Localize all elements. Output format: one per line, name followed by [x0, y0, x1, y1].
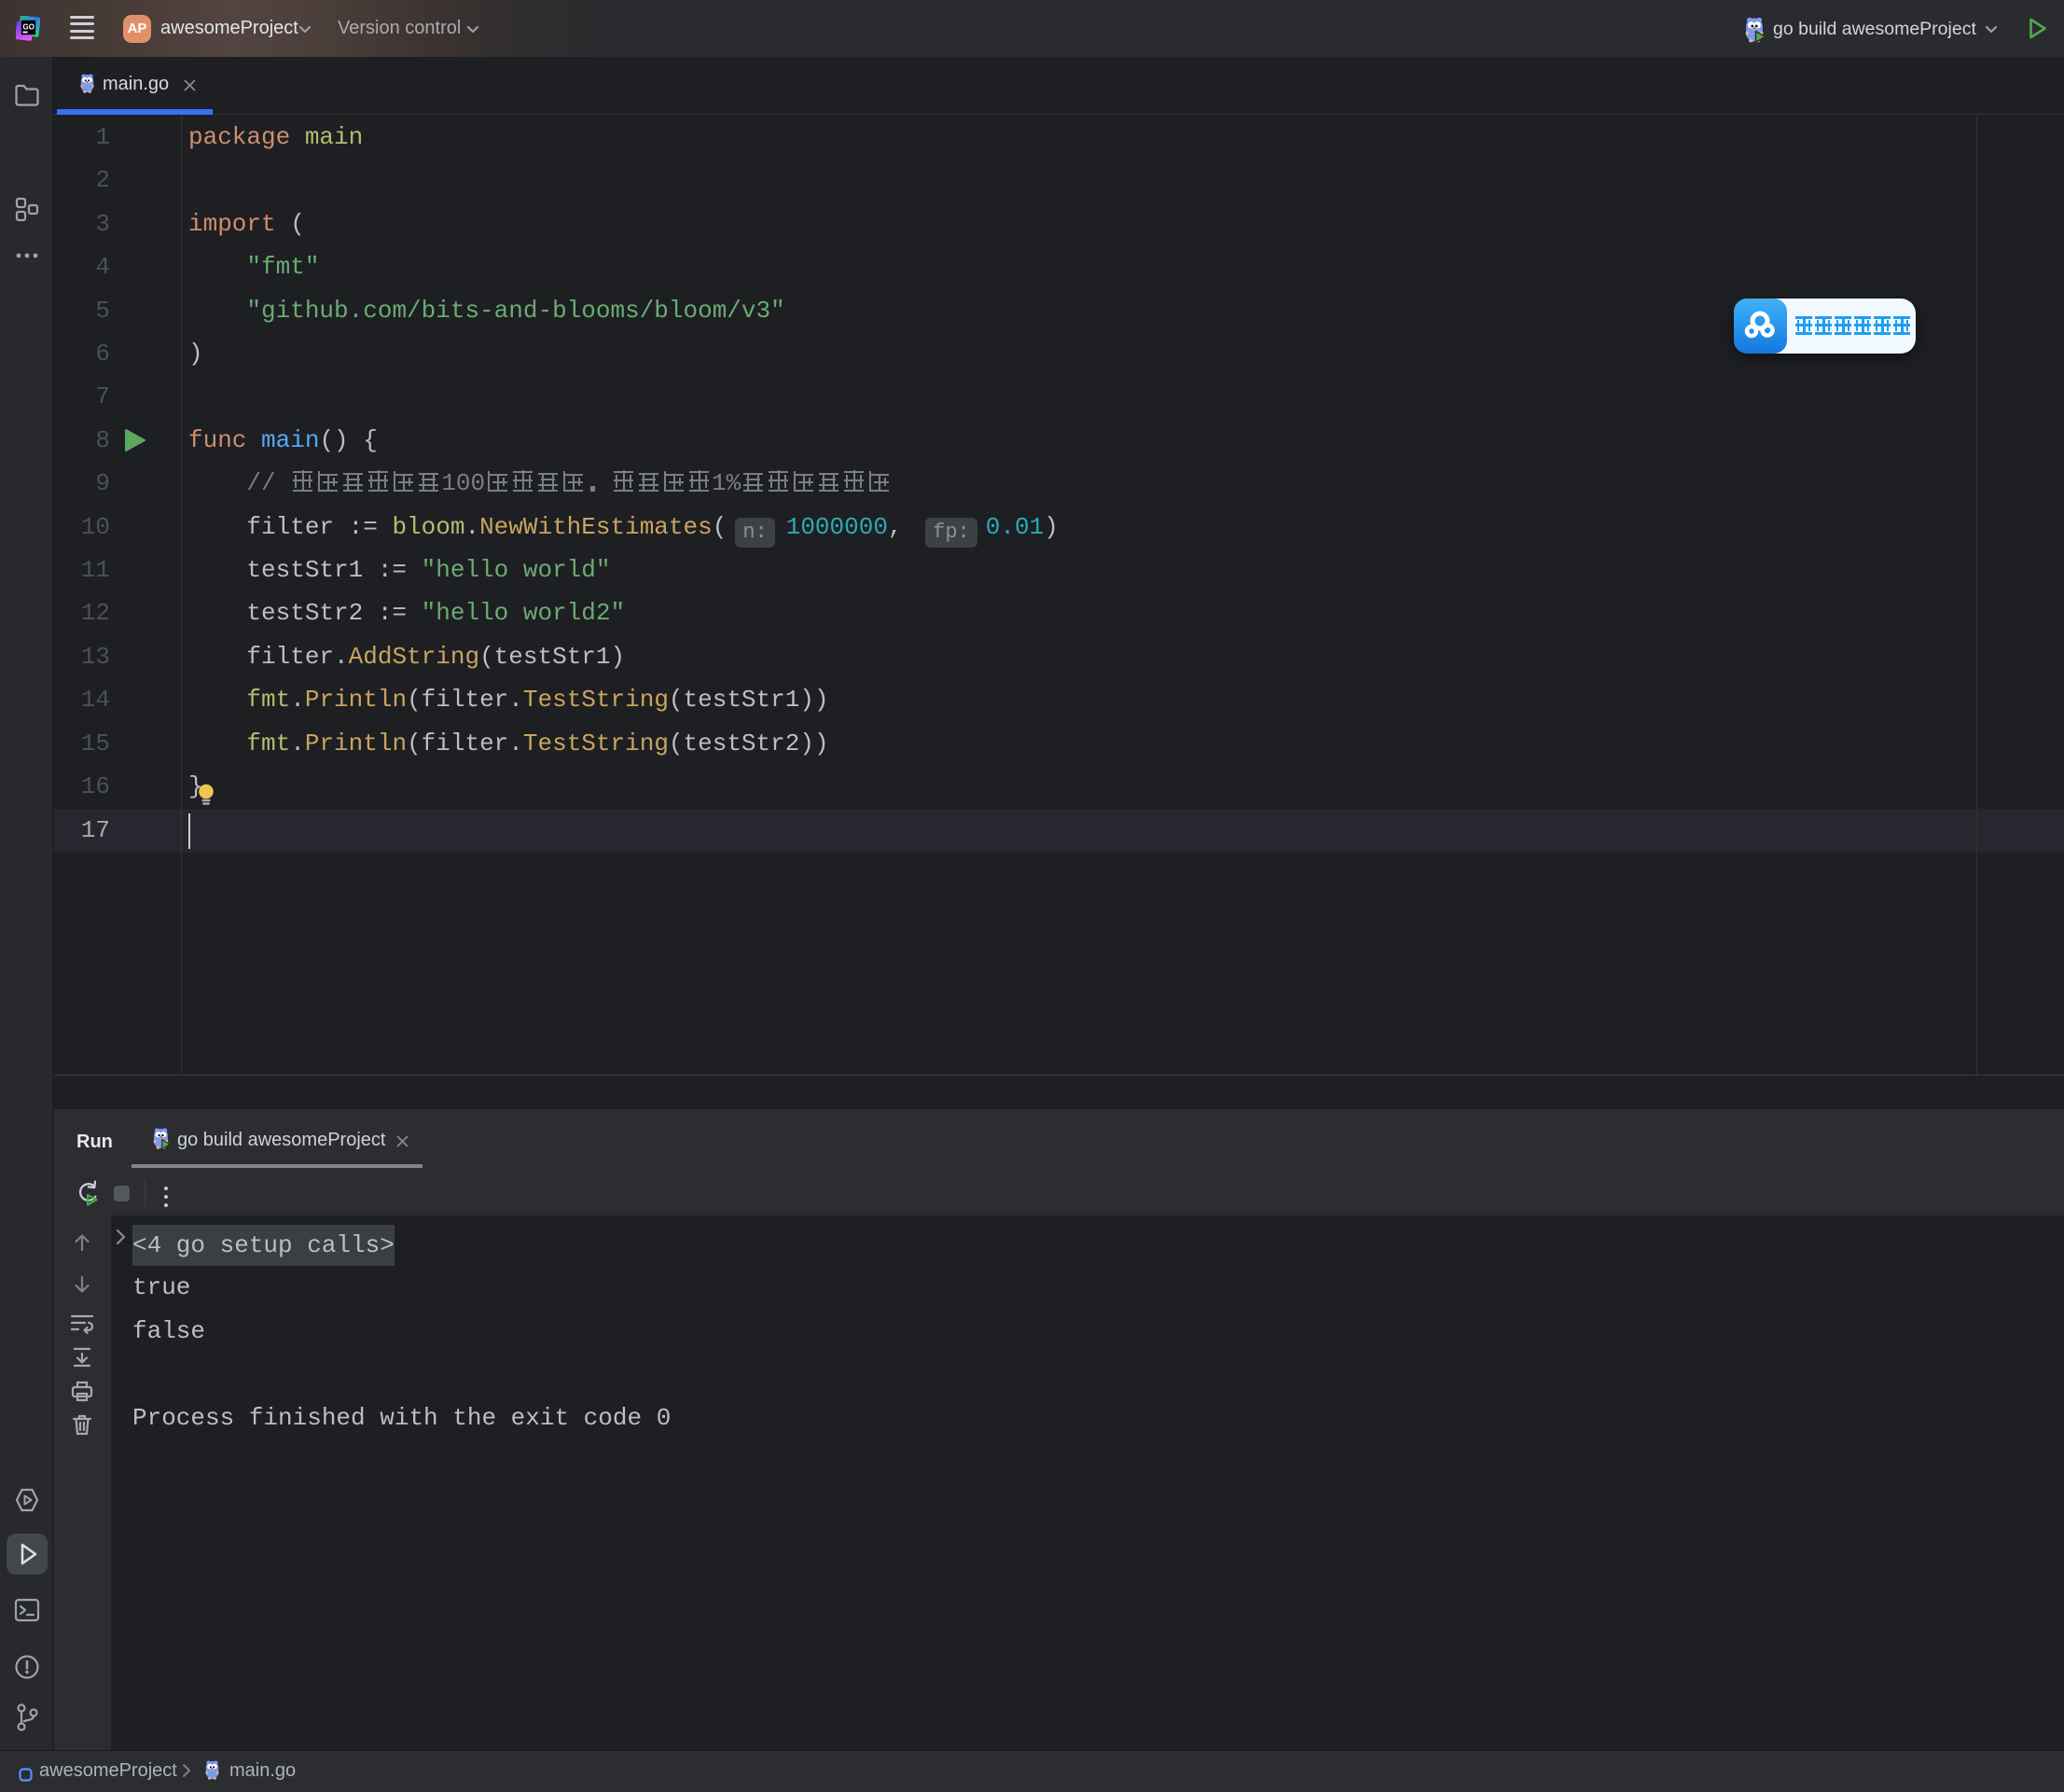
svg-text:GO: GO [23, 23, 35, 32]
